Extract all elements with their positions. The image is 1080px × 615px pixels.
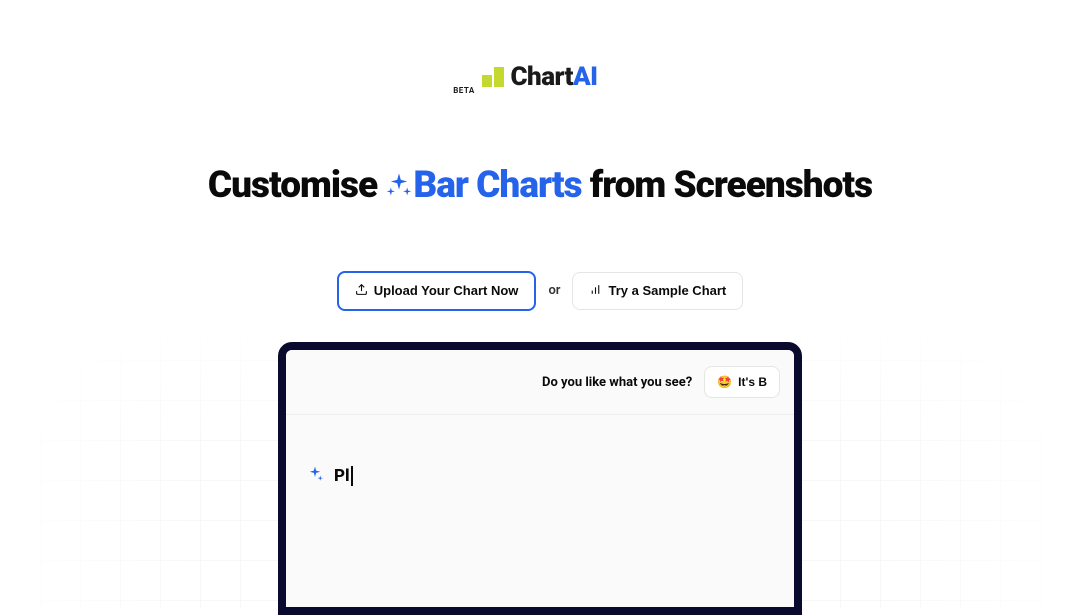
headline-prefix: Customise	[208, 164, 386, 207]
upload-button-label: Upload Your Chart Now	[374, 283, 519, 298]
logo-text-chart: Chart	[510, 62, 572, 92]
upload-icon	[355, 283, 368, 299]
sample-chart-button[interactable]: Try a Sample Chart	[572, 272, 743, 310]
bar-chart-icon	[589, 283, 602, 299]
logo-text: ChartAI	[510, 62, 597, 92]
sparkle-icon	[306, 465, 324, 487]
or-separator: or	[548, 283, 560, 298]
typing-text: Pl	[334, 466, 353, 486]
demo-window: Do you like what you see? 🤩 It's B Pl	[278, 342, 802, 615]
headline-highlight: Bar Charts	[413, 164, 581, 207]
star-emoji-icon: 🤩	[717, 375, 732, 389]
feedback-button-label: It's B	[738, 375, 767, 389]
page-headline: Customise Bar Charts from Screenshots	[0, 164, 1080, 209]
sample-button-label: Try a Sample Chart	[608, 283, 726, 298]
typing-content: Pl	[334, 466, 353, 486]
logo-bars-icon	[482, 67, 504, 87]
cta-row: Upload Your Chart Now or Try a Sample Ch…	[0, 271, 1080, 311]
headline-suffix: from Screenshots	[590, 164, 872, 207]
logo-section: BETA ChartAI	[0, 0, 1080, 92]
demo-body: Pl	[286, 415, 794, 607]
sparkle-icon	[385, 166, 413, 209]
feedback-button[interactable]: 🤩 It's B	[704, 366, 780, 398]
logo-text-ai: AI	[573, 62, 598, 92]
beta-badge: BETA	[453, 86, 475, 95]
upload-chart-button[interactable]: Upload Your Chart Now	[337, 271, 537, 311]
demo-header: Do you like what you see? 🤩 It's B	[286, 350, 794, 415]
demo-header-question: Do you like what you see?	[542, 375, 692, 390]
